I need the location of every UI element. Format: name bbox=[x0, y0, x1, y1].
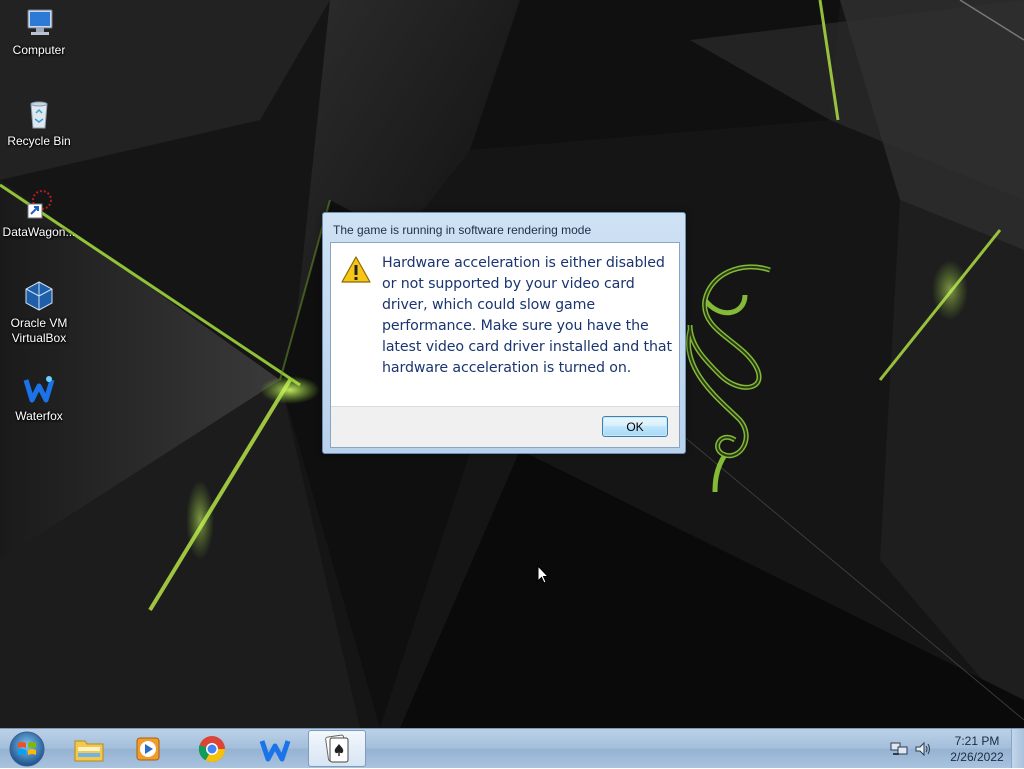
dialog-body: Hardware acceleration is either disabled… bbox=[330, 242, 680, 448]
desktop-icon-label: Oracle VM VirtualBox bbox=[10, 316, 68, 345]
dialog-title: The game is running in software renderin… bbox=[333, 223, 592, 237]
desktop-icon-label: Recycle Bin bbox=[7, 134, 71, 148]
taskbar-item-chrome[interactable] bbox=[183, 730, 241, 767]
warning-icon bbox=[341, 256, 371, 283]
desktop-icon-virtualbox[interactable]: Oracle VM VirtualBox bbox=[2, 279, 76, 346]
clock[interactable]: 7:21 PM 2/26/2022 bbox=[942, 733, 1012, 765]
desktop-icon-label: DataWagon... bbox=[2, 225, 76, 239]
windows-start-icon[interactable] bbox=[6, 730, 48, 768]
network-icon[interactable] bbox=[890, 741, 908, 757]
dialog-footer: OK bbox=[331, 406, 679, 447]
dialog-message: Hardware acceleration is either disabled… bbox=[382, 255, 672, 376]
system-tray: 7:21 PM 2/26/2022 bbox=[886, 729, 1024, 769]
clock-date: 2/26/2022 bbox=[950, 750, 1004, 764]
clock-time: 7:21 PM bbox=[954, 734, 1000, 748]
datawagon-icon bbox=[27, 190, 52, 219]
taskbar-item-file-explorer[interactable] bbox=[60, 730, 118, 767]
folder-icon bbox=[74, 740, 104, 761]
media-player-icon bbox=[136, 737, 160, 760]
volume-icon[interactable] bbox=[914, 741, 932, 757]
taskbar-item-waterfox[interactable] bbox=[246, 730, 304, 767]
waterfox-icon bbox=[23, 376, 55, 403]
waterfox-icon bbox=[259, 739, 291, 761]
solitaire-icon bbox=[325, 734, 349, 762]
virtualbox-icon bbox=[25, 281, 53, 311]
desktop-icon-label: Computer bbox=[12, 43, 66, 57]
desktop-icon-datawagon[interactable]: DataWagon... bbox=[2, 188, 76, 240]
desktop: Computer Recycle Bin DataWagon... Oracle… bbox=[0, 0, 1024, 728]
ok-button[interactable]: OK bbox=[602, 416, 668, 437]
taskbar-item-solitaire[interactable] bbox=[308, 730, 366, 767]
recycle-bin-icon bbox=[30, 101, 48, 129]
mouse-cursor-icon bbox=[537, 565, 549, 584]
desktop-icon-recycle-bin[interactable]: Recycle Bin bbox=[2, 97, 76, 149]
warning-dialog: The game is running in software renderin… bbox=[322, 212, 686, 454]
desktop-icon-computer[interactable]: Computer bbox=[2, 6, 76, 58]
computer-icon bbox=[27, 9, 53, 35]
chrome-icon bbox=[198, 735, 226, 762]
desktop-icon-waterfox[interactable]: Waterfox bbox=[2, 372, 76, 424]
show-desktop-button[interactable] bbox=[1011, 729, 1024, 768]
taskbar: 7:21 PM 2/26/2022 bbox=[0, 728, 1024, 768]
taskbar-item-media-player[interactable] bbox=[119, 730, 177, 767]
desktop-icon-label: Waterfox bbox=[15, 409, 63, 423]
